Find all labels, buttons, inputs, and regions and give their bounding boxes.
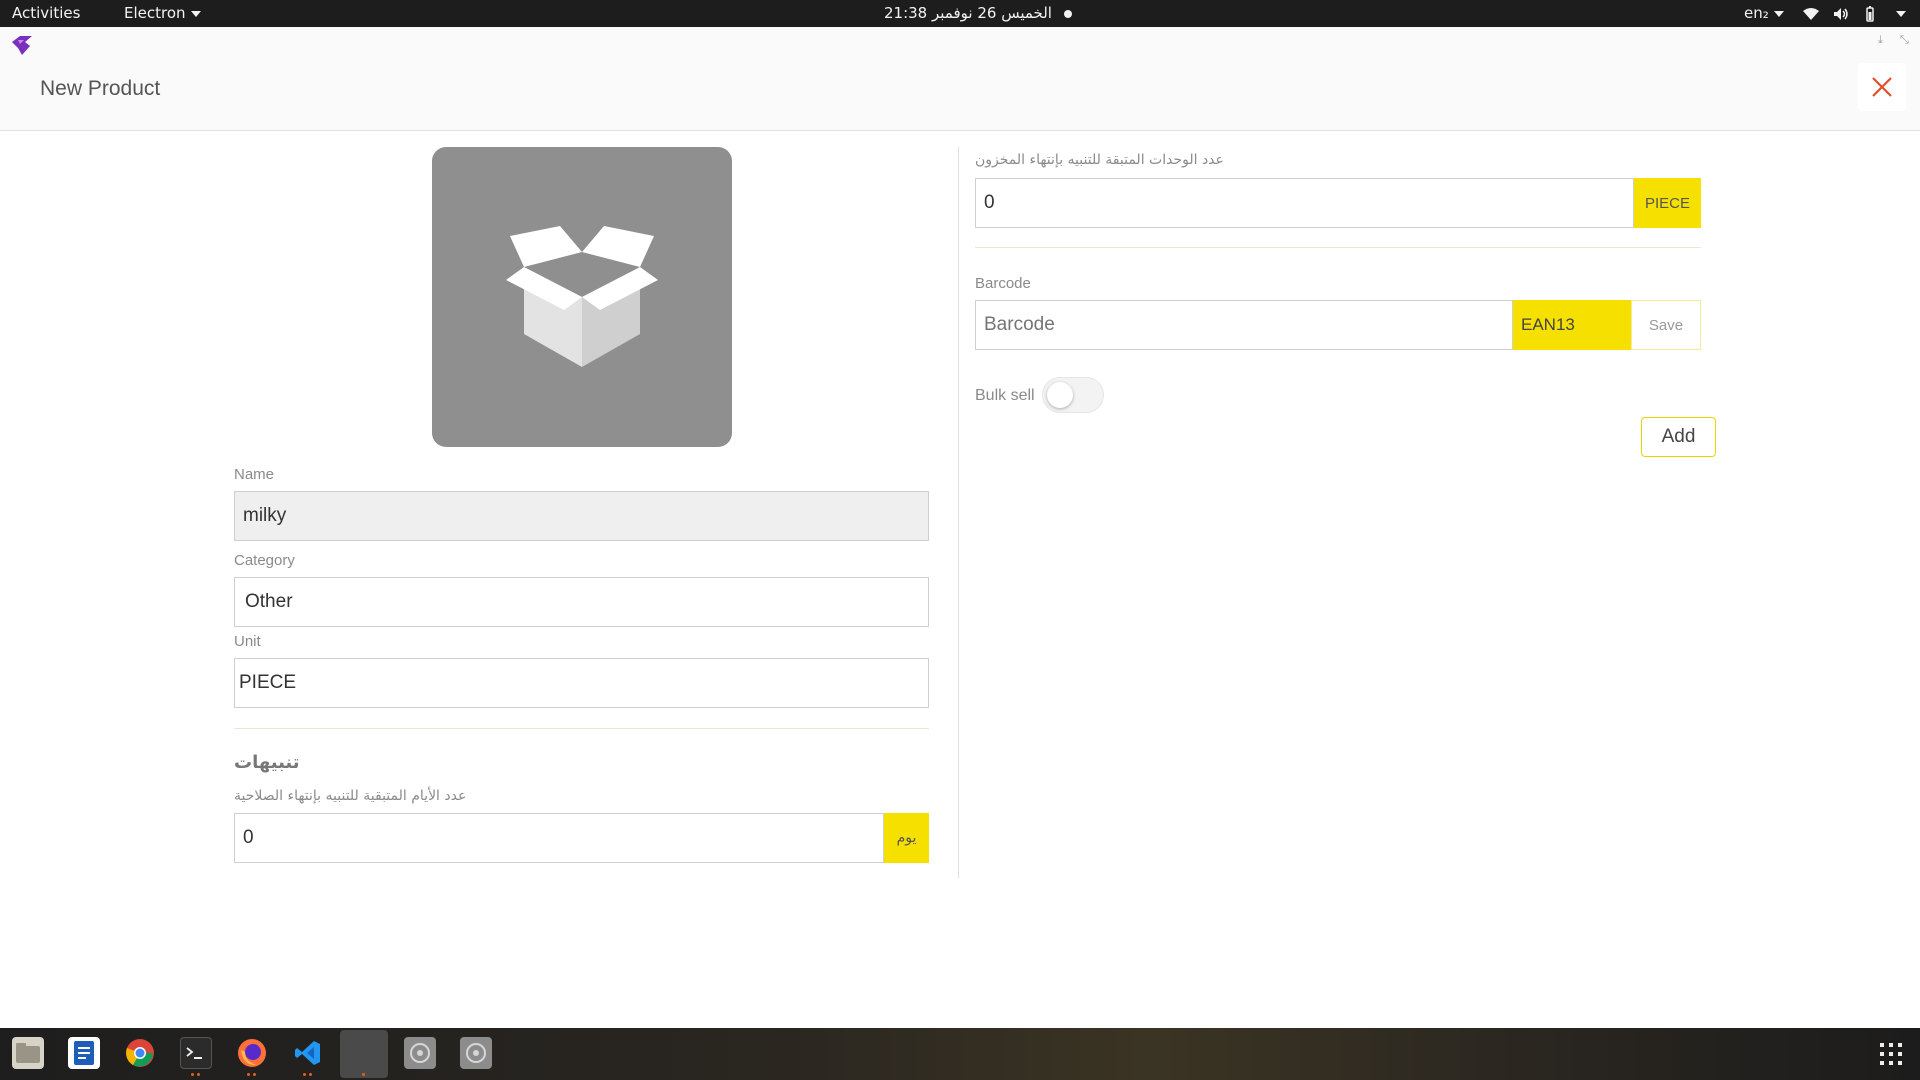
bulk-sell-label: Bulk sell (975, 387, 1035, 404)
clock-button[interactable]: 21:38 الخميس 26 نوفمبر (884, 0, 1072, 27)
name-label: Name (234, 466, 275, 483)
volume-icon (1833, 7, 1849, 21)
stock-unit-addon: PIECE (1634, 178, 1701, 228)
close-icon (1872, 77, 1892, 97)
running-indicator (247, 1073, 256, 1077)
barcode-label: Barcode (975, 275, 1031, 292)
unit-select[interactable]: PIECE (234, 658, 929, 708)
page-title: New Product (40, 77, 161, 100)
chevron-down-icon (1896, 10, 1906, 17)
wifi-icon (1803, 7, 1819, 21)
chevron-down-icon (190, 10, 201, 17)
app-menu-label: Electron (124, 4, 186, 22)
electron-app-icon[interactable] (348, 1037, 380, 1069)
close-button[interactable] (1858, 63, 1906, 111)
running-indicator (303, 1073, 312, 1077)
minimize-icon[interactable]: ⤓ (1878, 33, 1883, 47)
chrome-icon[interactable] (124, 1037, 156, 1069)
stock-alert-input[interactable]: 0 (975, 178, 1634, 228)
expiry-days-input[interactable]: 0 (234, 813, 884, 863)
system-top-bar: Activities Electron 21:38 الخميس 26 نوفم… (0, 0, 1920, 27)
app-logo-icon (12, 36, 32, 55)
activities-button[interactable]: Activities (12, 0, 80, 27)
barcode-input[interactable] (975, 300, 1513, 350)
clock-label: 21:38 الخميس 26 نوفمبر (884, 4, 1052, 22)
files-icon[interactable] (12, 1037, 44, 1069)
restore-icon[interactable]: ⤡ (1900, 33, 1909, 47)
category-label: Category (234, 552, 295, 569)
barcode-type-select[interactable]: EAN13 (1513, 300, 1631, 350)
vscode-icon[interactable] (292, 1037, 324, 1069)
app-menu-button[interactable]: Electron (124, 0, 201, 27)
terminal-icon[interactable] (180, 1037, 212, 1069)
section-divider (975, 247, 1701, 248)
firefox-icon[interactable] (236, 1037, 268, 1069)
save-barcode-button[interactable]: Save (1631, 300, 1701, 350)
expiry-unit-addon: يوم (884, 813, 929, 863)
open-box-icon (506, 226, 658, 367)
toggle-knob (1047, 382, 1073, 408)
column-divider (958, 147, 959, 878)
app-grid-icon[interactable] (1880, 1043, 1902, 1065)
alerts-section-title: تنبيهات (234, 752, 300, 773)
text-editor-icon[interactable] (68, 1037, 100, 1069)
category-select[interactable]: Other (234, 577, 929, 627)
name-input[interactable]: milky (234, 491, 929, 541)
disk-icon[interactable] (404, 1037, 436, 1069)
bulk-sell-toggle[interactable] (1042, 377, 1104, 413)
unit-label: Unit (234, 633, 261, 650)
battery-icon (1863, 5, 1877, 22)
running-indicator (191, 1073, 200, 1077)
section-divider (234, 728, 929, 729)
notification-dot-icon (1063, 9, 1072, 18)
chevron-down-icon (1773, 10, 1784, 17)
taskbar (0, 1028, 1920, 1080)
system-tray[interactable] (1803, 0, 1906, 27)
add-product-button[interactable]: Add (1641, 417, 1716, 457)
dialog-header: New Product (0, 27, 1920, 131)
language-label: en₂ (1744, 4, 1769, 22)
running-indicator (362, 1073, 365, 1077)
language-switcher[interactable]: en₂ (1744, 0, 1784, 27)
expiry-alert-label: عدد الأيام المتبقية للتنبيه بإنتهاء الصل… (234, 788, 467, 804)
product-image-placeholder[interactable] (432, 147, 732, 447)
stock-alert-label: عدد الوحدات المتبقة للتنبيه بإنتهاء المخ… (975, 152, 1224, 168)
disk-icon[interactable] (460, 1037, 492, 1069)
